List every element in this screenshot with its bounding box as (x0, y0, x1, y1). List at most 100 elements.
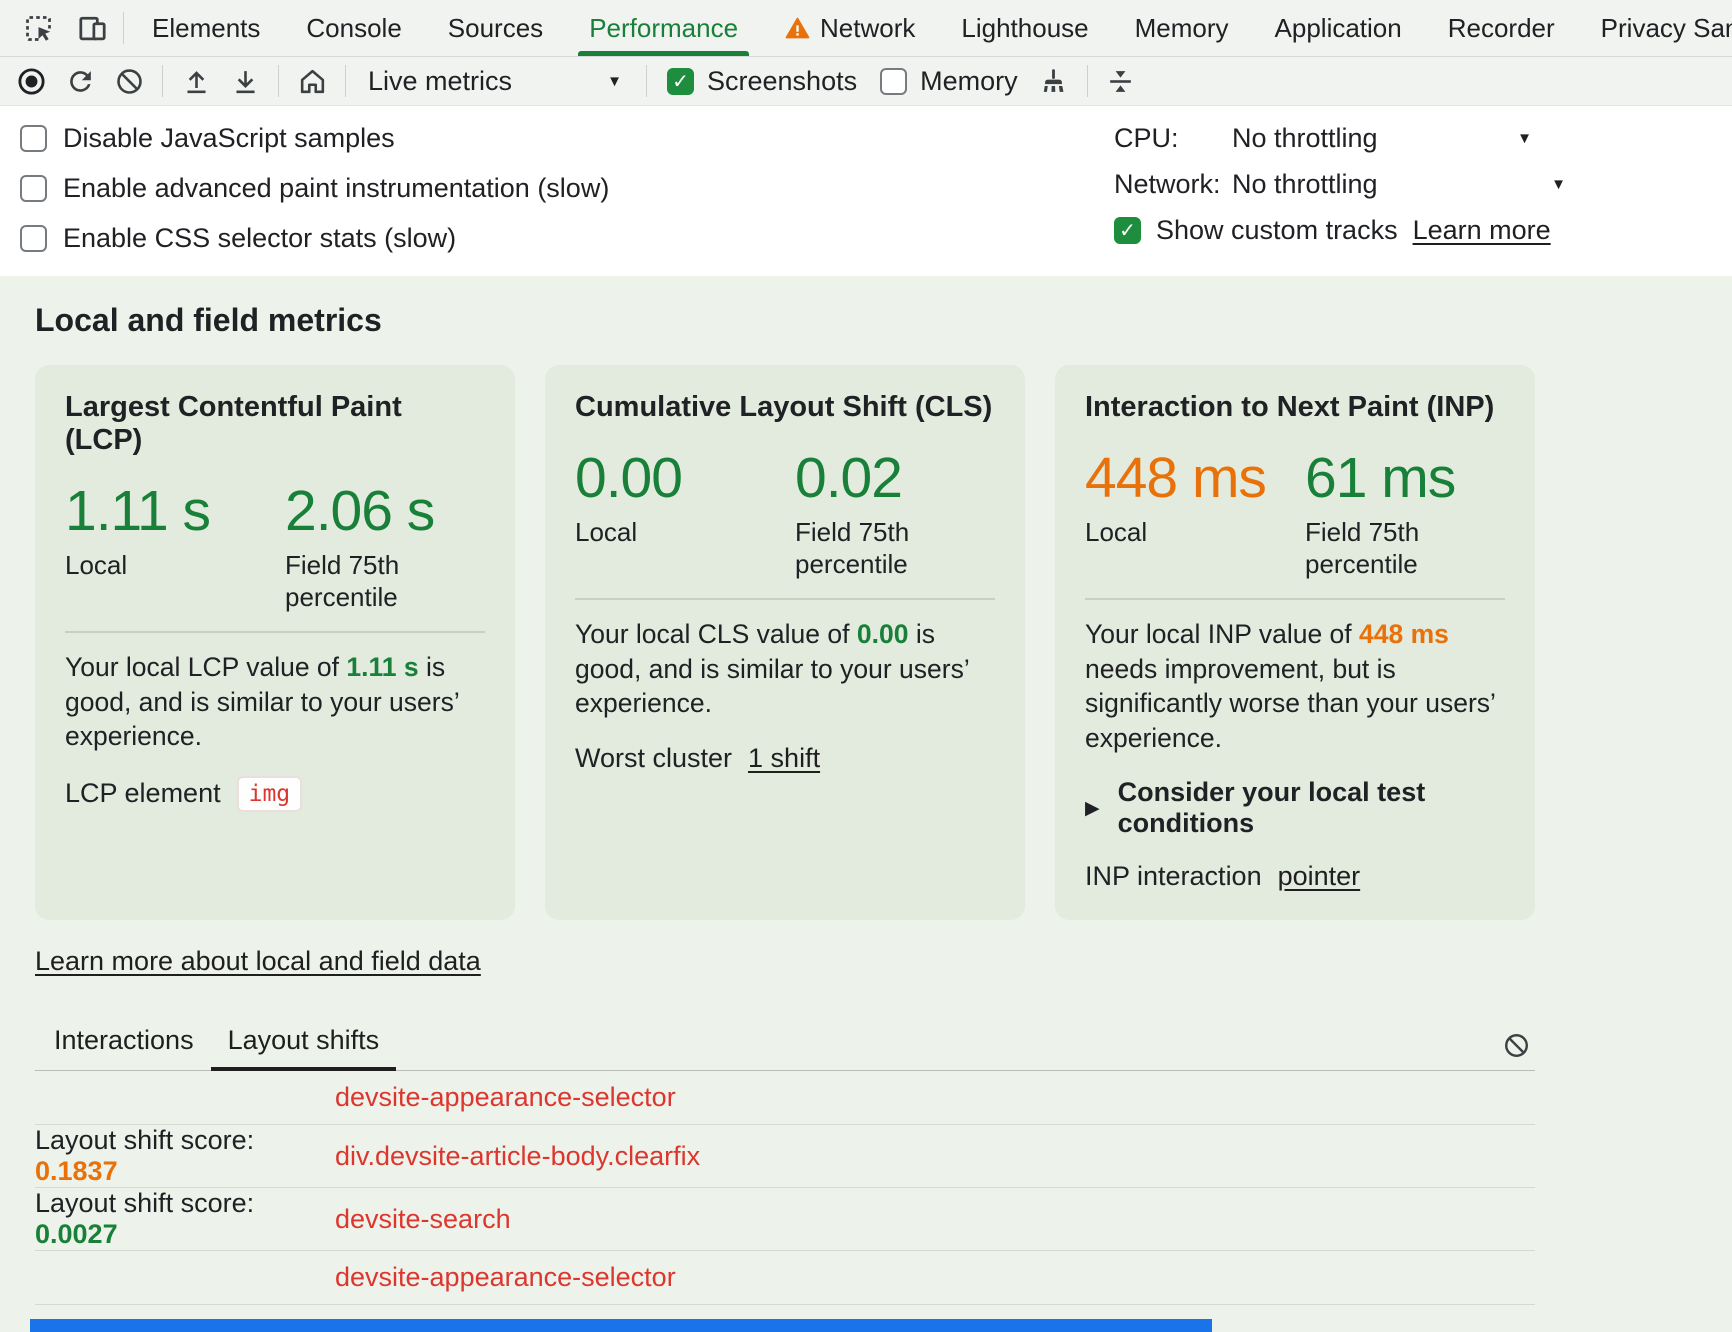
tab-label: Privacy Sandbox (1601, 13, 1732, 44)
inp-interaction-link[interactable]: pointer (1278, 861, 1361, 892)
load-profile-button[interactable] (175, 60, 217, 102)
layout-shift-row[interactable]: Layout shift score: 0.1837 div.devsite-a… (35, 1125, 1535, 1188)
inspect-element-button[interactable] (16, 6, 60, 50)
inp-card: Interaction to Next Paint (INP) 448 ms L… (1055, 365, 1535, 920)
layout-shift-row[interactable]: devsite-appearance-selector (35, 1251, 1535, 1305)
checkbox-unchecked-icon (20, 225, 47, 252)
tab-label: Memory (1135, 13, 1229, 44)
lcp-description: Your local LCP value of 1.11 s is good, … (65, 650, 485, 753)
disable-js-samples-checkbox[interactable]: Disable JavaScript samples (20, 123, 609, 154)
tab-lighthouse[interactable]: Lighthouse (938, 0, 1111, 56)
home-button[interactable] (291, 60, 333, 102)
node-link[interactable]: devsite-search (335, 1204, 511, 1235)
layout-shift-row[interactable]: devsite-appearance-selector (35, 1071, 1535, 1125)
inp-local-value: 448 ms (1085, 450, 1305, 507)
chevron-down-icon: ▼ (1517, 131, 1532, 146)
field-label: Field 75th percentile (795, 517, 950, 580)
divider (646, 65, 647, 97)
layout-shift-score: Layout shift score: 0.0027 (35, 1188, 335, 1250)
css-selector-stats-checkbox[interactable]: Enable CSS selector stats (slow) (20, 223, 609, 254)
inp-description: Your local INP value of 448 ms needs imp… (1085, 617, 1505, 755)
clear-icon (114, 66, 145, 97)
divider (1087, 65, 1088, 97)
triangle-right-icon: ▶ (1085, 797, 1100, 820)
field-label: Field 75th percentile (285, 550, 440, 613)
local-test-conditions-expander[interactable]: ▶ Consider your local test conditions (1085, 777, 1505, 839)
inp-field-block: 61 ms Field 75th percentile (1305, 450, 1460, 580)
lcp-element-node-link[interactable]: img (237, 776, 303, 812)
capture-settings: Disable JavaScript samples Enable advanc… (0, 106, 1732, 276)
field-data-learn-more-link[interactable]: Learn more about local and field data (35, 946, 481, 977)
tab-label: Sources (448, 13, 543, 44)
node-link[interactable]: devsite-appearance-selector (335, 1082, 676, 1113)
lcp-local-block: 1.11 s Local (65, 483, 285, 613)
devtools-tab-bar: Elements Console Sources Performance Net… (0, 0, 1732, 57)
advanced-paint-checkbox[interactable]: Enable advanced paint instrumentation (s… (20, 173, 609, 204)
inp-interaction-row: INP interaction pointer (1085, 861, 1505, 892)
screenshots-checkbox[interactable]: Screenshots (659, 66, 865, 97)
live-metrics-dropdown[interactable]: Live metrics ▼ (358, 62, 634, 101)
cpu-label: CPU: (1114, 123, 1232, 154)
expander-label: Consider your local test conditions (1118, 777, 1505, 839)
worst-cluster-link[interactable]: 1 shift (748, 743, 820, 774)
divider (575, 598, 995, 600)
show-custom-tracks-label: Show custom tracks (1156, 215, 1398, 246)
lcp-element-label: LCP element (65, 778, 221, 809)
tab-privacy-sandbox[interactable]: Privacy Sandbox (1578, 0, 1732, 56)
divider (1085, 598, 1505, 600)
clear-button[interactable] (108, 60, 150, 102)
clear-icon (1502, 1031, 1531, 1060)
record-and-reload-button[interactable] (59, 60, 101, 102)
show-custom-tracks-checkbox[interactable]: Show custom tracks Learn more (1114, 215, 1562, 246)
garbage-collect-button[interactable] (1033, 60, 1075, 102)
tab-sources[interactable]: Sources (425, 0, 566, 56)
tab-recorder[interactable]: Recorder (1425, 0, 1578, 56)
metric-cards: Largest Contentful Paint (LCP) 1.11 s Lo… (35, 365, 1535, 920)
cpu-throttling-select[interactable]: No throttling ▼ (1232, 123, 1532, 154)
record-button[interactable] (10, 60, 52, 102)
device-toolbar-button[interactable] (70, 6, 114, 50)
inp-field-value: 61 ms (1305, 450, 1460, 507)
tab-memory[interactable]: Memory (1112, 0, 1252, 56)
node-link[interactable]: div.devsite-article-body.clearfix (335, 1141, 700, 1172)
tab-label: Console (306, 13, 401, 44)
collapse-tracks-button[interactable] (1100, 60, 1142, 102)
download-icon (230, 66, 261, 97)
live-metrics-view: Local and field metrics Largest Contentf… (0, 276, 1732, 1332)
divider (162, 65, 163, 97)
logs-section: Interactions Layout shifts devsite-appea… (35, 1017, 1535, 1332)
lcp-card: Largest Contentful Paint (LCP) 1.11 s Lo… (35, 365, 515, 920)
network-throttling-select[interactable]: No throttling ▼ (1232, 169, 1566, 200)
cpu-throttling-row: CPU: No throttling ▼ (1114, 123, 1562, 154)
cls-local-block: 0.00 Local (575, 450, 795, 580)
cls-worst-cluster-row: Worst cluster 1 shift (575, 743, 995, 774)
divider (65, 631, 485, 633)
custom-tracks-learn-more-link[interactable]: Learn more (1413, 215, 1551, 246)
cls-values: 0.00 Local 0.02 Field 75th percentile (575, 450, 995, 580)
tab-performance[interactable]: Performance (566, 0, 761, 56)
node-link[interactable]: devsite-appearance-selector (335, 1262, 676, 1293)
tab-console[interactable]: Console (283, 0, 424, 56)
tab-elements[interactable]: Elements (129, 0, 283, 56)
local-label: Local (1085, 517, 1240, 549)
tab-application[interactable]: Application (1252, 0, 1425, 56)
cls-local-value: 0.00 (575, 450, 795, 507)
tab-interactions[interactable]: Interactions (37, 1017, 211, 1070)
divider (278, 65, 279, 97)
clear-log-button[interactable] (1497, 1026, 1535, 1064)
save-profile-button[interactable] (224, 60, 266, 102)
tab-network[interactable]: Network (761, 0, 938, 56)
tab-label: Recorder (1448, 13, 1555, 44)
inp-card-title: Interaction to Next Paint (INP) (1085, 391, 1505, 424)
layout-shift-score: Layout shift score: 0.1837 (35, 1125, 335, 1187)
checkbox-unchecked-icon (880, 68, 907, 95)
network-throttling-value: No throttling (1232, 169, 1378, 200)
tab-layout-shifts[interactable]: Layout shifts (211, 1017, 397, 1070)
throttling-settings: CPU: No throttling ▼ Network: No throttl… (1114, 123, 1562, 246)
inspect-cursor-icon (22, 12, 55, 45)
memory-checkbox[interactable]: Memory (872, 66, 1026, 97)
layout-shift-row[interactable]: Layout shift score: 0.0027 devsite-searc… (35, 1188, 1535, 1251)
chevron-down-icon: ▼ (607, 74, 622, 89)
cls-field-value: 0.02 (795, 450, 950, 507)
inp-values: 448 ms Local 61 ms Field 75th percentile (1085, 450, 1505, 580)
